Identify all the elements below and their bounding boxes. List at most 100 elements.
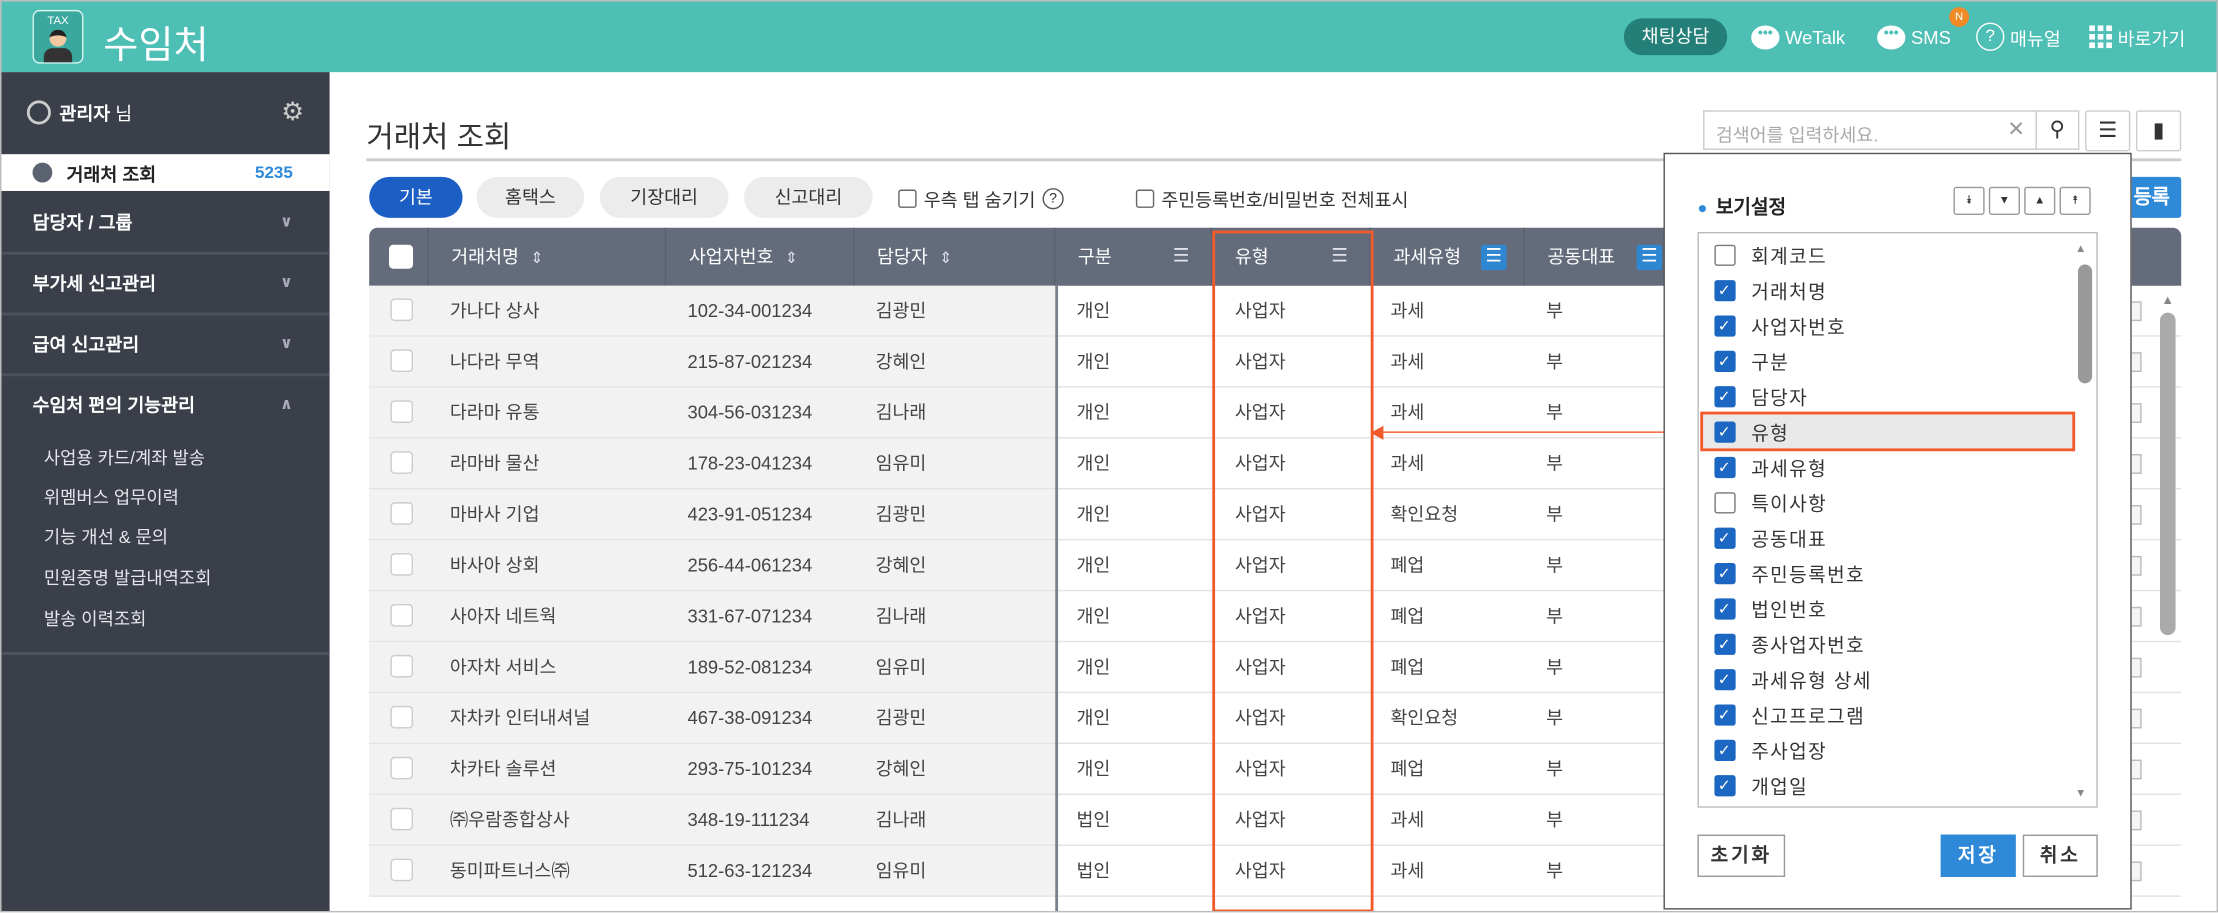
move-up-button[interactable]: ▲ <box>2024 186 2056 216</box>
checkbox-checked[interactable]: ✓ <box>1714 774 1736 796</box>
move-down-button[interactable]: ▼ <box>1988 186 2020 216</box>
row-checkbox[interactable] <box>390 654 414 678</box>
column-option[interactable]: ✓ 종사업자번호 <box>1699 627 2064 661</box>
sidebar-subitem[interactable]: 사업용 카드/계좌 발송 <box>44 443 205 470</box>
save-button[interactable]: 저장 <box>1940 834 2016 878</box>
list-view-button[interactable]: ☰ <box>2085 110 2131 152</box>
wetalk-link[interactable]: ••• WeTalk <box>1751 20 1845 54</box>
chart-view-button[interactable]: ▮ <box>2135 110 2182 152</box>
sidebar-subitem[interactable]: 기능 개선 & 문의 <box>44 522 168 549</box>
checkbox-checked[interactable]: ✓ <box>1714 279 1736 301</box>
row-checkbox[interactable] <box>390 604 414 627</box>
reset-button[interactable]: 초기화 <box>1697 834 1786 878</box>
checkbox-checked[interactable]: ✓ <box>1714 703 1736 725</box>
column-option[interactable]: 특이사항 <box>1699 485 2064 519</box>
column-manager[interactable]: 담당자 ⇕ <box>854 227 1056 286</box>
row-checkbox[interactable] <box>390 553 414 576</box>
hide-right-tab-checkbox[interactable] <box>898 189 917 208</box>
shortcut-link[interactable]: 바로가기 <box>2089 20 2185 54</box>
column-option[interactable]: ✓ 개업일 <box>1699 768 2064 802</box>
clear-icon[interactable]: ✕ <box>2007 116 2025 141</box>
show-full-id-checkbox[interactable] <box>1135 189 1155 208</box>
move-top-button[interactable]: ⯭ <box>2059 186 2091 216</box>
sidebar-group-convenience[interactable]: 수임처 편의 기능관리 ∧ <box>1 385 329 422</box>
tab-basic[interactable]: 기본 <box>369 176 463 218</box>
tab-bookkeeping[interactable]: 기장대리 <box>599 176 729 218</box>
table-scrollbar[interactable] <box>2160 312 2176 636</box>
gear-icon[interactable]: ⚙ <box>281 97 304 127</box>
column-client-name[interactable]: 거래처명 ⇕ <box>429 227 667 286</box>
column-option[interactable]: ✓ 과세유형 <box>1699 450 2064 484</box>
scroll-up-icon[interactable]: ▲ <box>2075 242 2086 255</box>
logo[interactable]: TAX <box>32 9 84 64</box>
checkbox-checked[interactable]: ✓ <box>1714 314 1736 336</box>
column-option[interactable]: ✓ 담당자 <box>1699 379 2064 413</box>
move-bottom-button[interactable]: ⯯ <box>1953 186 1985 216</box>
filter-active-icon[interactable]: ☰ <box>1636 244 1663 271</box>
column-option[interactable]: ✓ 구분 <box>1699 344 2064 378</box>
row-checkbox[interactable] <box>390 807 414 831</box>
sidebar-subitem[interactable]: 민원증명 발급내역조회 <box>44 563 212 590</box>
checkbox-checked[interactable]: ✓ <box>1714 597 1736 619</box>
search-input[interactable]: 검색어를 입력하세요. <box>1703 110 2037 150</box>
list-scrollbar[interactable] <box>2077 264 2093 384</box>
column-category[interactable]: 구분 ☰ <box>1055 227 1213 286</box>
chat-consult-button[interactable]: 채팅상담 <box>1623 18 1728 56</box>
help-icon[interactable]: ? <box>1042 188 1064 210</box>
checkbox-checked[interactable]: ✓ <box>1714 350 1736 372</box>
tab-filing[interactable]: 신고대리 <box>744 176 873 218</box>
checkbox-checked[interactable]: ✓ <box>1714 668 1736 690</box>
checkbox-checked[interactable]: ✓ <box>1714 420 1736 443</box>
column-option[interactable]: ✓ 사업자번호 <box>1699 308 2064 342</box>
row-checkbox[interactable] <box>390 298 414 322</box>
scroll-up-icon[interactable]: ▲ <box>2161 293 2174 307</box>
checkbox-checked[interactable]: ✓ <box>1714 526 1736 549</box>
filter-icon[interactable]: ☰ <box>1168 245 1193 270</box>
checkbox-unchecked[interactable] <box>1714 244 1736 266</box>
sidebar-item-client-search[interactable]: 거래처 조회 5235 <box>1 154 330 191</box>
select-all-checkbox[interactable] <box>388 244 414 269</box>
checkbox-unchecked[interactable] <box>1714 491 1736 513</box>
column-option[interactable]: ✓ 법인번호 <box>1699 591 2064 625</box>
sort-icon[interactable]: ⇕ <box>785 250 798 267</box>
show-full-id-option[interactable]: 주민등록번호/비밀번호 전체표시 <box>1135 185 1408 212</box>
column-option[interactable]: ✓ 거래처명 <box>1699 273 2064 307</box>
column-option[interactable]: ✓ 주민등록번호 <box>1699 556 2064 590</box>
row-checkbox[interactable] <box>390 705 414 729</box>
checkbox-checked[interactable]: ✓ <box>1714 562 1736 584</box>
column-option[interactable]: 회계코드 <box>1699 238 2064 272</box>
row-checkbox[interactable] <box>390 451 414 474</box>
sidebar-group-manager[interactable]: 담당자 / 그룹 ∨ <box>1 202 329 239</box>
hide-right-tab-option[interactable]: 우측 탭 숨기기? <box>898 185 1064 212</box>
row-checkbox[interactable] <box>390 349 414 373</box>
column-business-number[interactable]: 사업자번호 ⇕ <box>666 227 855 286</box>
column-option[interactable]: ✓ 신고프로그램 <box>1699 697 2064 731</box>
row-checkbox[interactable] <box>390 400 414 423</box>
sidebar-group-payroll[interactable]: 급여 신고관리 ∨ <box>1 324 329 361</box>
column-option[interactable]: ✓ 과세유형 상세 <box>1699 662 2064 696</box>
column-option[interactable]: ✓ 유형 <box>1700 411 2076 452</box>
tab-hometax[interactable]: 홈택스 <box>476 176 585 218</box>
row-checkbox[interactable] <box>390 858 414 882</box>
sort-icon[interactable]: ⇕ <box>939 250 952 267</box>
column-tax-type[interactable]: 과세유형 ☰ <box>1371 227 1525 286</box>
checkbox-checked[interactable]: ✓ <box>1714 633 1736 655</box>
sidebar-group-vat[interactable]: 부가세 신고관리 ∨ <box>1 263 329 300</box>
row-checkbox[interactable] <box>390 756 414 780</box>
column-option[interactable]: ✓ 주사업장 <box>1699 733 2064 767</box>
checkbox-checked[interactable]: ✓ <box>1714 456 1736 478</box>
cancel-button[interactable]: 취소 <box>2022 834 2098 878</box>
scroll-down-icon[interactable]: ▼ <box>2075 786 2086 799</box>
sort-icon[interactable]: ⇕ <box>530 250 543 267</box>
column-co-representative[interactable]: 공동대표 ☰ <box>1525 227 1681 286</box>
checkbox-checked[interactable]: ✓ <box>1714 739 1736 761</box>
checkbox-checked[interactable]: ✓ <box>1714 385 1736 407</box>
search-button[interactable]: ⚲ <box>2035 110 2080 150</box>
filter-active-icon[interactable]: ☰ <box>1481 244 1507 271</box>
sms-link[interactable]: ••• SMS <box>1877 20 1951 54</box>
sidebar-subitem[interactable]: 위멤버스 업무이력 <box>44 482 179 509</box>
manual-link[interactable]: ? 매뉴얼 <box>1976 20 2061 54</box>
row-checkbox[interactable] <box>390 502 414 525</box>
sidebar-subitem[interactable]: 발송 이력조회 <box>44 604 147 631</box>
column-option[interactable]: ✓ 공동대표 <box>1699 521 2064 555</box>
